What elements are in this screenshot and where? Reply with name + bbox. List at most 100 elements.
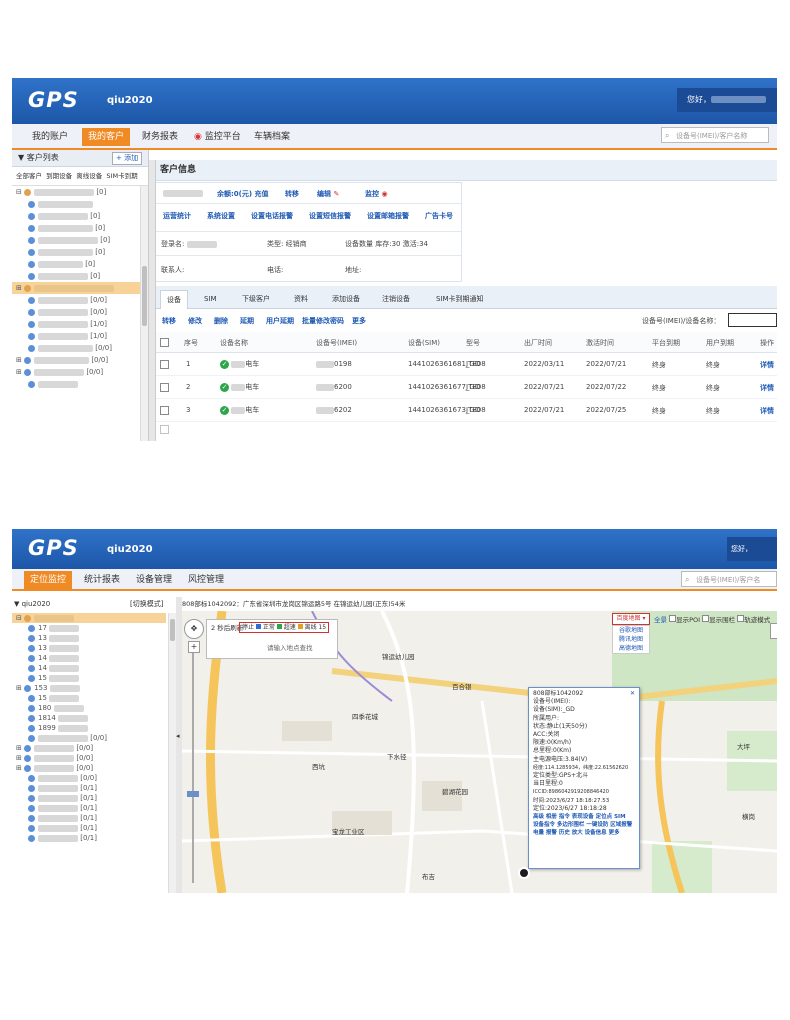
- tree-node[interactable]: [0/0]: [12, 342, 140, 354]
- popup-action-links[interactable]: 高级 相册 指令 表现设备 定位点 SIM: [533, 813, 635, 821]
- add-customer-button[interactable]: + 添加: [112, 152, 143, 165]
- map-view[interactable]: 锦运幼儿园 四季花城 西坑 大坪 下水径 宝龙工业区 碧湖花园 布吉 横岗 百合…: [182, 611, 777, 893]
- user-greeting[interactable]: 您好，: [677, 88, 777, 112]
- tree-node[interactable]: [0/1]: [12, 813, 166, 823]
- tree-node[interactable]: [0/0]: [12, 733, 166, 743]
- row-checkbox[interactable]: [160, 383, 169, 394]
- show-fence-checkbox[interactable]: 显示围栏: [702, 615, 735, 624]
- action-system-settings[interactable]: 系统设置: [207, 211, 235, 221]
- batch-password-button[interactable]: 批量修改密码: [302, 316, 344, 326]
- row-detail-link[interactable]: 详情: [760, 383, 774, 393]
- table-row[interactable]: 1 ✓ 电车 0198 1441026361681_GD JT808 2022/…: [154, 353, 777, 376]
- panel-splitter[interactable]: [148, 160, 156, 441]
- tree-node[interactable]: ⊟ [0]: [12, 186, 140, 198]
- device-search-input[interactable]: ⌕ 设备号(IMEI)/客户名: [681, 571, 777, 587]
- tree-node[interactable]: [0]: [12, 222, 140, 234]
- zoom-slider-handle[interactable]: [187, 791, 199, 797]
- nav-device-management[interactable]: 设备管理: [130, 571, 178, 589]
- tab-sim-expiry-notice[interactable]: SIM卡到期通知: [430, 290, 490, 308]
- scrollbar-thumb[interactable]: [170, 619, 175, 641]
- place-search-input[interactable]: 请输入地点查找: [267, 642, 313, 652]
- transfer-button[interactable]: 转移: [162, 316, 176, 326]
- extend-button[interactable]: 延期: [240, 316, 254, 326]
- tab-sim[interactable]: SIM: [198, 290, 223, 308]
- tab-sub-customers[interactable]: 下级客户: [236, 290, 276, 308]
- row-detail-link[interactable]: 详情: [760, 406, 774, 416]
- delete-button[interactable]: 删除: [214, 316, 228, 326]
- tree-node[interactable]: ⊞ [0/0]: [12, 763, 166, 773]
- tree-node[interactable]: [0]: [12, 246, 140, 258]
- col-activation-time[interactable]: 激活时间: [586, 338, 614, 348]
- tree-node[interactable]: [0]: [12, 234, 140, 246]
- option-amap[interactable]: 高德地图: [613, 644, 649, 653]
- tree-node[interactable]: 17: [12, 623, 166, 633]
- modify-button[interactable]: 修改: [188, 316, 202, 326]
- tree-node-selected[interactable]: ⊞: [12, 282, 140, 294]
- action-email-alarm[interactable]: 设置邮箱报警: [367, 211, 409, 221]
- nav-vehicle-files[interactable]: 车辆档案: [248, 128, 296, 146]
- col-factory-time[interactable]: 出厂时间: [524, 338, 552, 348]
- switch-mode-link[interactable]: [切换模式]: [130, 597, 163, 611]
- tree-node[interactable]: 1899: [12, 723, 166, 733]
- user-extend-button[interactable]: 用户延期: [266, 316, 294, 326]
- option-google-map[interactable]: 谷歌地图: [613, 626, 649, 635]
- tab-devices[interactable]: 设备: [160, 290, 188, 309]
- tree-node[interactable]: [1/0]: [12, 330, 140, 342]
- select-all-checkbox[interactable]: [160, 338, 169, 349]
- device-filter-input[interactable]: [728, 313, 777, 327]
- tree-node[interactable]: [12, 198, 140, 210]
- map-pan-control[interactable]: ✥: [184, 619, 204, 639]
- nav-location-monitor[interactable]: 定位监控: [24, 571, 73, 589]
- table-row[interactable]: 3 ✓ 电车 6202 1441026361673_GD JT808 2022/…: [154, 399, 777, 422]
- close-icon[interactable]: ✕: [630, 690, 635, 698]
- action-operation-stats[interactable]: 运营统计: [163, 211, 191, 221]
- search-input[interactable]: ⌕ 设备号(IMEI)/客户名称: [661, 127, 769, 143]
- map-side-button[interactable]: [770, 623, 777, 639]
- tree-node[interactable]: [0]: [12, 210, 140, 222]
- map-type-select[interactable]: 百度地图 ▾: [612, 613, 650, 625]
- tree-node[interactable]: [0/1]: [12, 823, 166, 833]
- tree-node[interactable]: [0/1]: [12, 783, 166, 793]
- nav-my-customers[interactable]: 我的客户: [82, 128, 131, 146]
- track-mode-checkbox[interactable]: 轨迹模式: [737, 615, 770, 624]
- row-checkbox[interactable]: [160, 406, 169, 417]
- row-detail-link[interactable]: 详情: [760, 360, 774, 370]
- tree-node[interactable]: ⊞ 153: [12, 683, 166, 693]
- tree-node[interactable]: ⊞ [0/0]: [12, 366, 140, 378]
- col-device-name[interactable]: 设备名称: [220, 338, 248, 348]
- tree-node[interactable]: [0/1]: [12, 793, 166, 803]
- tree-node[interactable]: 1814: [12, 713, 166, 723]
- tree-node[interactable]: [0]: [12, 270, 140, 282]
- action-ad-card[interactable]: 广告卡号: [425, 211, 453, 221]
- tree-root[interactable]: ▼ qiu2020 [切换模式]: [12, 597, 176, 611]
- table-row[interactable]: 2 ✓ 电车 6200 1441026361677_GD JT808 2022/…: [154, 376, 777, 399]
- col-user-expiry[interactable]: 用户到期: [706, 338, 734, 348]
- row-checkbox[interactable]: [160, 360, 169, 371]
- tab-cancel-device[interactable]: 注销设备: [376, 290, 416, 308]
- sidebar-scrollbar[interactable]: [168, 613, 176, 893]
- vehicle-marker[interactable]: [518, 867, 530, 879]
- tree-node[interactable]: [0/0]: [12, 306, 140, 318]
- tree-node[interactable]: 14: [12, 663, 166, 673]
- tree-node[interactable]: [0/1]: [12, 803, 166, 813]
- tree-node[interactable]: 14: [12, 653, 166, 663]
- nav-financial-reports[interactable]: 财务报表: [136, 128, 184, 146]
- edit-link[interactable]: 编辑 ✎: [317, 189, 339, 199]
- tab-offline-devices[interactable]: 离线设备: [76, 172, 102, 180]
- tree-node[interactable]: [0]: [12, 258, 140, 270]
- user-greeting[interactable]: 您好，qiu2020: [727, 537, 777, 577]
- transfer-link[interactable]: 转移: [285, 189, 299, 199]
- tree-node[interactable]: [0/1]: [12, 833, 166, 843]
- tree-node[interactable]: 13: [12, 643, 166, 653]
- sidebar-scrollbar[interactable]: [140, 186, 148, 441]
- nav-risk-management[interactable]: 风控管理: [182, 571, 230, 589]
- tab-profile[interactable]: 资料: [288, 290, 314, 308]
- nav-statistics[interactable]: 统计报表: [78, 571, 126, 589]
- tab-add-device[interactable]: 添加设备: [326, 290, 366, 308]
- show-poi-checkbox[interactable]: 显示POI: [669, 615, 700, 624]
- nav-my-account[interactable]: 我的账户: [26, 128, 74, 146]
- zoom-slider[interactable]: [192, 653, 194, 883]
- tree-node[interactable]: 15: [12, 693, 166, 703]
- balance-recharge-link[interactable]: 余额:0(元) 充值: [217, 189, 269, 199]
- tree-node[interactable]: 13: [12, 633, 166, 643]
